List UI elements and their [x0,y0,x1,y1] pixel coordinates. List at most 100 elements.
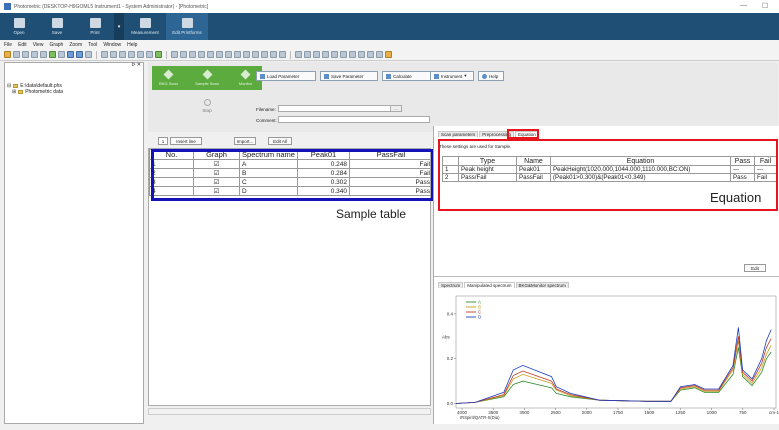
pen-icon[interactable] [146,51,153,58]
zoom-out-icon[interactable] [76,51,83,58]
normalize-icon[interactable] [207,51,214,58]
menu-edit[interactable]: Edit [18,42,27,48]
undo-icon[interactable] [13,51,20,58]
app-icon [4,3,11,10]
table-icon[interactable] [313,51,320,58]
tab-scan-parameters[interactable]: Scan parameters [438,131,479,137]
sample-pane: 1 Insert line Import... Edit All No. Gra… [148,132,434,424]
open-file-icon[interactable] [4,51,11,58]
import-button[interactable]: Import... [234,137,256,145]
cut-icon[interactable] [279,51,286,58]
peak-pick-icon[interactable] [171,51,178,58]
sample-scan-button[interactable]: Sample Scan [185,66,229,90]
comment-field[interactable] [278,116,430,123]
add-icon[interactable] [225,51,232,58]
menu-tool[interactable]: Tool [88,42,97,48]
window-tile-icon[interactable] [331,51,338,58]
report-icon[interactable] [322,51,329,58]
help-button[interactable]: Help [478,71,504,81]
menu-window[interactable]: Window [103,42,121,48]
multiply-icon[interactable] [234,51,241,58]
open-button[interactable]: Open [0,13,38,40]
load-parameter-button[interactable]: Load Parameter [256,71,316,81]
window-list-icon[interactable] [367,51,374,58]
paste-icon[interactable] [40,51,47,58]
pane-pin-close[interactable]: ᐅ ✕ [132,62,141,68]
print-preview-icon[interactable] [58,51,65,58]
folder-icon [13,84,19,88]
minimize-button[interactable]: — [740,2,747,9]
window-horizontal-icon[interactable] [358,51,365,58]
x-tick-label: 750 [739,410,747,415]
menu-file[interactable]: File [4,42,12,48]
window-vertical-icon[interactable] [349,51,356,58]
bkg-scan-button[interactable]: BKG Scan [152,66,185,90]
print-icon [89,18,101,28]
y-tick-label: 0.0 [447,401,454,406]
menu-graph[interactable]: Graph [49,42,63,48]
equation-tab-highlight [507,129,539,139]
kubelka-icon[interactable] [252,51,259,58]
measurement-button[interactable]: Measurement [124,13,166,40]
edit-equation-button[interactable]: Edit [744,264,766,272]
search-library-icon[interactable] [295,51,302,58]
derivative-icon[interactable] [198,51,205,58]
stop-button[interactable]: Stop [152,92,262,120]
arrow-tool-icon[interactable] [137,51,144,58]
insert-line-button[interactable]: Insert line [170,137,202,145]
tab-bkg-monitor-spectrum[interactable]: BKG&Monitor spectrum [515,282,569,288]
transform-icon[interactable] [270,51,277,58]
window-cascade-icon[interactable] [340,51,347,58]
help-icon [482,73,487,79]
title-bar: Photometric (DESKTOP-H9GOML5 Instrument1… [0,0,779,13]
tab-spectrum[interactable]: Spectrum [438,282,464,288]
subtract-icon[interactable] [216,51,223,58]
atr-correction-icon[interactable] [261,51,268,58]
peak-label-icon[interactable] [110,51,117,58]
horizontal-scrollbar[interactable] [148,408,431,415]
x-axis-label: IRSpirit/QATR-S(Dia) [460,415,500,420]
tab-manipulated-spectrum[interactable]: Manipulated spectrum [464,282,515,288]
zoom-fit-icon[interactable] [85,51,92,58]
filename-label: Filename: [256,107,276,112]
chevron-down-icon: ▾ [464,73,467,78]
grid-icon[interactable] [155,51,162,58]
zoom-in-icon[interactable] [67,51,74,58]
overlay-icon[interactable] [49,51,56,58]
redo-icon[interactable] [22,51,29,58]
filename-field[interactable] [278,105,396,112]
layout-icon[interactable] [376,51,383,58]
menu-zoom[interactable]: Zoom [69,42,82,48]
menu-view[interactable]: View [33,42,44,48]
y-tick-label: 0.4 [447,311,454,316]
print-button[interactable]: Print [76,13,114,40]
text-icon[interactable] [119,51,126,58]
calculate-button[interactable]: Calculate [382,71,432,81]
cursor-icon[interactable] [101,51,108,58]
smoothing-icon[interactable] [189,51,196,58]
restore-button[interactable]: ☐ [762,2,768,10]
printform-icon [181,18,193,28]
edit-all-button[interactable]: Edit All [268,137,292,145]
quant-icon[interactable] [304,51,311,58]
save-button[interactable]: Save [38,13,76,40]
save-parameter-button[interactable]: Save Parameter [320,71,378,81]
baseline-icon[interactable] [180,51,187,58]
line-tool-icon[interactable] [128,51,135,58]
settings-icon[interactable] [385,51,392,58]
equation-callout: Equation [710,190,762,205]
spectrum-chart[interactable]: 0.40.20.0Abs4000 3500 3000 2500 2000 1750 1500… [434,290,779,424]
data-tree-pane: ᐅ ✕ ⊟ E:\data\default.phs ⊞ Photometric … [4,62,144,424]
copy-icon[interactable] [31,51,38,58]
divide-icon[interactable] [243,51,250,58]
instrument-button[interactable]: Instrument ▾ [430,71,474,81]
row-number-field[interactable]: 1 [158,137,168,145]
edit-printforms-button[interactable]: Edit Printforms [166,13,208,40]
menu-help[interactable]: Help [127,42,137,48]
ribbon-dropdown-button[interactable]: ▾ [114,13,124,40]
tree-photometric-data[interactable]: ⊞ Photometric data [5,89,143,95]
browse-button[interactable]: ... [390,105,402,112]
x-tick-label: 1500 [644,410,655,415]
x-tick-label: 1000 [707,410,718,415]
toolbar [0,49,779,61]
